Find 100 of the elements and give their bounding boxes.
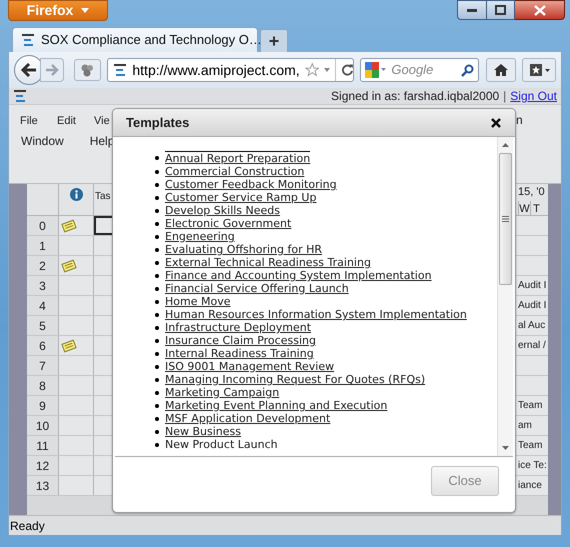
bullet-icon — [155, 222, 159, 226]
bullet-icon — [155, 404, 159, 408]
row-number: 12 — [27, 456, 59, 475]
bullet-icon — [155, 182, 159, 186]
bullet-icon — [155, 286, 159, 290]
site-logo-icon — [13, 89, 27, 103]
row-number: 9 — [27, 396, 59, 415]
template-link[interactable]: Financial Service Offering Launch — [165, 282, 349, 295]
new-tab-button[interactable]: + — [260, 29, 288, 52]
sign-out-link[interactable]: Sign Out — [510, 87, 557, 105]
home-icon — [493, 63, 510, 77]
template-link[interactable]: Infrastructure Deployment — [165, 321, 312, 334]
template-link[interactable]: Marketing Event Planning and Execution — [165, 399, 388, 412]
bullet-icon — [155, 338, 159, 342]
close-window-button[interactable] — [515, 0, 565, 20]
separator-text: | — [503, 88, 506, 105]
bullet-icon — [155, 416, 159, 420]
bullet-icon — [155, 442, 159, 446]
minimize-icon — [467, 8, 477, 12]
back-arrow-icon — [20, 63, 37, 77]
template-link[interactable]: ISO 9001 Management Review — [165, 360, 334, 373]
template-link[interactable]: MSF Application Development — [165, 412, 330, 425]
bullet-icon — [155, 248, 159, 252]
menu-item[interactable]: Window — [21, 132, 64, 150]
row-number: 0 — [27, 216, 59, 235]
template-link[interactable]: Engeneering — [165, 230, 235, 243]
close-icon — [534, 4, 546, 16]
template-link[interactable]: Customer Service Ramp Up — [165, 191, 316, 204]
row-number: 4 — [27, 296, 59, 315]
template-link[interactable]: Insurance Claim Processing — [165, 334, 316, 347]
template-link[interactable]: Annual Report Preparation — [165, 151, 310, 165]
bullet-icon — [155, 156, 159, 160]
template-link[interactable]: Managing Incoming Request For Quotes (RFQs) — [165, 373, 426, 386]
star-icon — [304, 62, 320, 78]
reload-icon — [340, 63, 354, 77]
bullet-icon — [155, 196, 159, 200]
template-link[interactable]: New Business — [165, 425, 241, 438]
template-link[interactable]: Home Move — [165, 295, 230, 308]
note-icon — [61, 218, 77, 232]
bullet-icon — [155, 430, 159, 434]
site-logo-icon — [113, 63, 128, 77]
dropdown-icon — [544, 68, 550, 72]
bullet-icon — [155, 208, 159, 212]
browser-tab[interactable]: SOX Compliance and Technology O… — [12, 27, 258, 52]
maximize-icon — [495, 5, 506, 15]
row-number: 13 — [27, 476, 59, 495]
forward-arrow-icon — [44, 64, 59, 76]
template-link[interactable]: Develop Skills Needs — [165, 204, 280, 217]
row-number: 8 — [27, 376, 59, 395]
template-link[interactable]: External Technical Readiness Training — [165, 256, 371, 269]
minimize-button[interactable] — [457, 0, 487, 20]
site-logo-icon — [21, 33, 35, 47]
row-number: 2 — [27, 256, 59, 275]
template-link[interactable]: New Product Launch — [165, 438, 278, 451]
status-text: Ready — [10, 518, 45, 534]
menu-item[interactable]: File — [20, 112, 57, 130]
row-number: 5 — [27, 316, 59, 335]
caret-icon — [81, 8, 90, 13]
timeline-header: 15, '0 — [518, 185, 546, 200]
dropdown-icon — [324, 68, 330, 72]
addon-button[interactable] — [74, 59, 102, 81]
url-field[interactable]: http://www.amiproject.com, — [107, 58, 354, 82]
bookmark-star-icon — [528, 63, 543, 77]
row-number: 11 — [27, 436, 59, 455]
bookmarks-button[interactable] — [522, 58, 556, 82]
close-button[interactable] — [490, 116, 502, 128]
bullet-icon — [155, 352, 159, 356]
template-link[interactable]: Internal Readiness Training — [165, 347, 314, 360]
bullet-icon — [155, 260, 159, 264]
bullet-icon — [155, 234, 159, 238]
scrollbar[interactable] — [497, 137, 513, 456]
dialog-title: Templates — [126, 114, 190, 132]
bullet-icon — [155, 390, 159, 394]
scroll-up-icon — [502, 143, 509, 147]
bullet-icon — [155, 326, 159, 330]
template-link[interactable]: Electronic Government — [165, 217, 292, 230]
template-link[interactable]: Marketing Campaign — [165, 386, 280, 399]
menu-item[interactable]: Edit — [57, 112, 94, 130]
note-icon — [61, 338, 77, 352]
info-icon — [70, 188, 82, 201]
template-link[interactable]: Human Resources Information System Implementation — [165, 308, 467, 321]
menu-item[interactable]: n — [516, 111, 523, 129]
template-link[interactable]: Commercial Construction — [165, 165, 304, 178]
search-icon — [461, 64, 474, 76]
scroll-down-icon — [502, 446, 509, 450]
bullet-icon — [155, 274, 159, 278]
search-field[interactable]: Google — [360, 58, 480, 82]
column-header: Tas — [95, 191, 111, 202]
scrollbar-thumb[interactable] — [499, 153, 512, 285]
bullet-icon — [155, 300, 159, 304]
home-button[interactable] — [486, 58, 516, 82]
grip-icon — [502, 216, 509, 222]
bullet-icon — [155, 312, 159, 316]
template-link[interactable]: Evaluating Offshoring for HR — [165, 243, 322, 256]
row-number: 6 — [27, 336, 59, 355]
template-link[interactable]: Finance and Accounting System Implementation — [165, 269, 432, 282]
maximize-button[interactable] — [487, 0, 515, 20]
bullet-icon — [155, 378, 159, 382]
note-icon — [61, 258, 77, 272]
template-link[interactable]: Customer Feedback Monitoring — [165, 178, 337, 191]
